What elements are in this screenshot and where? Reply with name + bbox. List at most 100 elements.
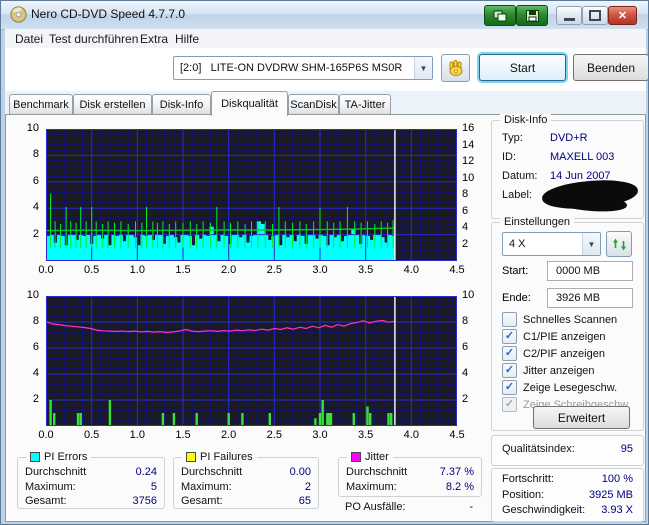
start-field[interactable]: 0000 MB: [547, 261, 633, 281]
checkbox-icon: ✓: [502, 312, 517, 327]
axis-tick: 4.5: [442, 429, 472, 441]
axis-tick: 2: [19, 393, 39, 405]
advanced-button-label: Erweitert: [558, 411, 605, 425]
chevron-down-icon: ▼: [414, 57, 432, 79]
checkbox-row-1[interactable]: ✓C1/PIE anzeigen: [492, 328, 643, 345]
checkbox-row-3[interactable]: ✓Jitter anzeigen: [492, 362, 643, 379]
quit-button[interactable]: Beenden: [573, 54, 649, 81]
floppy-save-icon: [526, 10, 539, 22]
refresh-speed-button[interactable]: [606, 231, 632, 257]
tab-disk-erstellen[interactable]: Disk erstellen: [73, 94, 152, 114]
start-button-label: Start: [510, 61, 535, 75]
hand-disc-icon: [447, 59, 465, 77]
pi-failures-legend-swatch: [186, 452, 196, 462]
start-button[interactable]: Start: [479, 54, 566, 81]
axis-tick: 6: [19, 175, 39, 187]
axis-tick: 0.0: [31, 264, 61, 276]
screenshot-button[interactable]: [484, 5, 516, 26]
menu-datei[interactable]: Datei: [11, 31, 47, 47]
end-field[interactable]: 3926 MB: [547, 288, 633, 308]
axis-tick: 4: [462, 367, 482, 379]
tab-scandisk[interactable]: ScanDisk: [288, 94, 339, 114]
axis-tick: 10: [462, 172, 482, 184]
checkbox-icon: ✓: [502, 329, 517, 344]
drive-select[interactable]: [2:0] LITE-ON DVDRW SHM-165P6S MS0R ▼: [173, 56, 433, 80]
jitter-pif-chart: [46, 296, 457, 426]
speed-select[interactable]: 4 X ▼: [502, 232, 601, 256]
menu-hilfe[interactable]: Hilfe: [171, 31, 203, 47]
drive-select-value: [2:0] LITE-ON DVDRW SHM-165P6S MS0R: [174, 62, 414, 74]
axis-tick: 4: [19, 367, 39, 379]
pi-errors-statbox: PI Errors Durchschnitt0.24 Maximum:5 Ges…: [17, 457, 165, 509]
axis-tick: 1.0: [122, 264, 152, 276]
checkbox-row-0[interactable]: ✓Schnelles Scannen: [492, 311, 643, 328]
stat-row: Gesamt:3756: [18, 494, 164, 509]
axis-tick: 2: [19, 228, 39, 240]
axis-tick: 2.5: [259, 264, 289, 276]
minimize-button[interactable]: [556, 6, 582, 25]
window-title: Nero CD-DVD Speed 4.7.7.0: [31, 7, 185, 21]
copy-icon: [493, 10, 508, 22]
axis-tick: 4.0: [396, 429, 426, 441]
axis-tick: 4.5: [442, 264, 472, 276]
app-window: Nero CD-DVD Speed 4.7.7.0 ✕ Datei Test d…: [0, 0, 649, 525]
tab-benchmark[interactable]: Benchmark: [9, 94, 73, 114]
checkbox-row-4[interactable]: ✓Zeige Lesegeschw.: [492, 379, 643, 396]
axis-tick: 12: [462, 155, 482, 167]
close-icon: ✕: [618, 9, 627, 22]
minimize-icon: [564, 18, 575, 21]
axis-tick: 2.5: [259, 429, 289, 441]
tab-diskqualitaet[interactable]: Diskqualität: [211, 91, 288, 116]
chevron-down-icon: ▼: [582, 233, 600, 255]
axis-tick: 2: [462, 393, 482, 405]
start-field-label: Start:: [502, 265, 528, 277]
axis-tick: 10: [462, 289, 482, 301]
stat-row: Maximum:8.2 %: [339, 480, 481, 495]
axis-tick: 10: [19, 122, 39, 134]
speed-select-value: 4 X: [503, 238, 582, 250]
quality-index-value: 95: [621, 436, 633, 463]
cd-app-icon: [10, 6, 27, 23]
axis-tick: 6: [462, 205, 482, 217]
stat-row: Maximum:5: [18, 480, 164, 495]
axis-tick: 16: [462, 122, 482, 134]
axis-tick: 8: [462, 188, 482, 200]
checkbox-icon: ✓: [502, 363, 517, 378]
axis-tick: 10: [19, 289, 39, 301]
settings-group-title: Einstellungen: [500, 216, 574, 228]
tab-disk-info[interactable]: Disk-Info: [152, 94, 211, 114]
checkbox-row-2[interactable]: ✓C2/PIF anzeigen: [492, 345, 643, 362]
axis-tick: 1.0: [122, 429, 152, 441]
close-button[interactable]: ✕: [608, 6, 637, 25]
axis-tick: 6: [19, 341, 39, 353]
end-field-label: Ende:: [502, 292, 531, 304]
menu-extra[interactable]: Extra: [136, 31, 172, 47]
advanced-button[interactable]: Erweitert: [533, 406, 630, 429]
menu-bar: Datei Test durchführen Extra Hilfe: [5, 29, 646, 49]
quality-index-label: Qualitätsindex:: [502, 436, 575, 463]
maximize-button[interactable]: [582, 6, 608, 25]
checkbox-icon: ✓: [502, 380, 517, 395]
jitter-title: Jitter: [365, 451, 389, 463]
eject-button[interactable]: [441, 54, 470, 82]
progress-panel: Fortschritt:100 % Position:3925 MB Gesch…: [491, 468, 644, 522]
po-failures-value: -: [469, 500, 473, 515]
axis-tick: 6: [462, 341, 482, 353]
po-failures-label: PO Ausfälle:: [345, 500, 406, 515]
quit-button-label: Beenden: [587, 61, 635, 75]
axis-tick: 3.5: [351, 429, 381, 441]
axis-tick: 8: [19, 148, 39, 160]
axis-tick: 4.0: [396, 264, 426, 276]
disk-info-row: ID:MAXELL 003: [492, 148, 643, 167]
save-button[interactable]: [516, 5, 548, 26]
po-failures-row: PO Ausfälle: -: [338, 500, 480, 515]
pi-errors-chart: [46, 129, 457, 261]
stat-row: Gesamt:65: [174, 494, 318, 509]
axis-tick: 3.5: [351, 264, 381, 276]
stat-row: Durchschnitt0.00: [174, 465, 318, 480]
progress-row: Position:3925 MB: [492, 488, 643, 504]
pi-failures-statbox: PI Failures Durchschnitt0.00 Maximum:2 G…: [173, 457, 319, 509]
axis-tick: 0.5: [77, 264, 107, 276]
menu-test-durchfuehren[interactable]: Test durchführen: [45, 31, 142, 47]
tab-ta-jitter[interactable]: TA-Jitter: [339, 94, 391, 114]
